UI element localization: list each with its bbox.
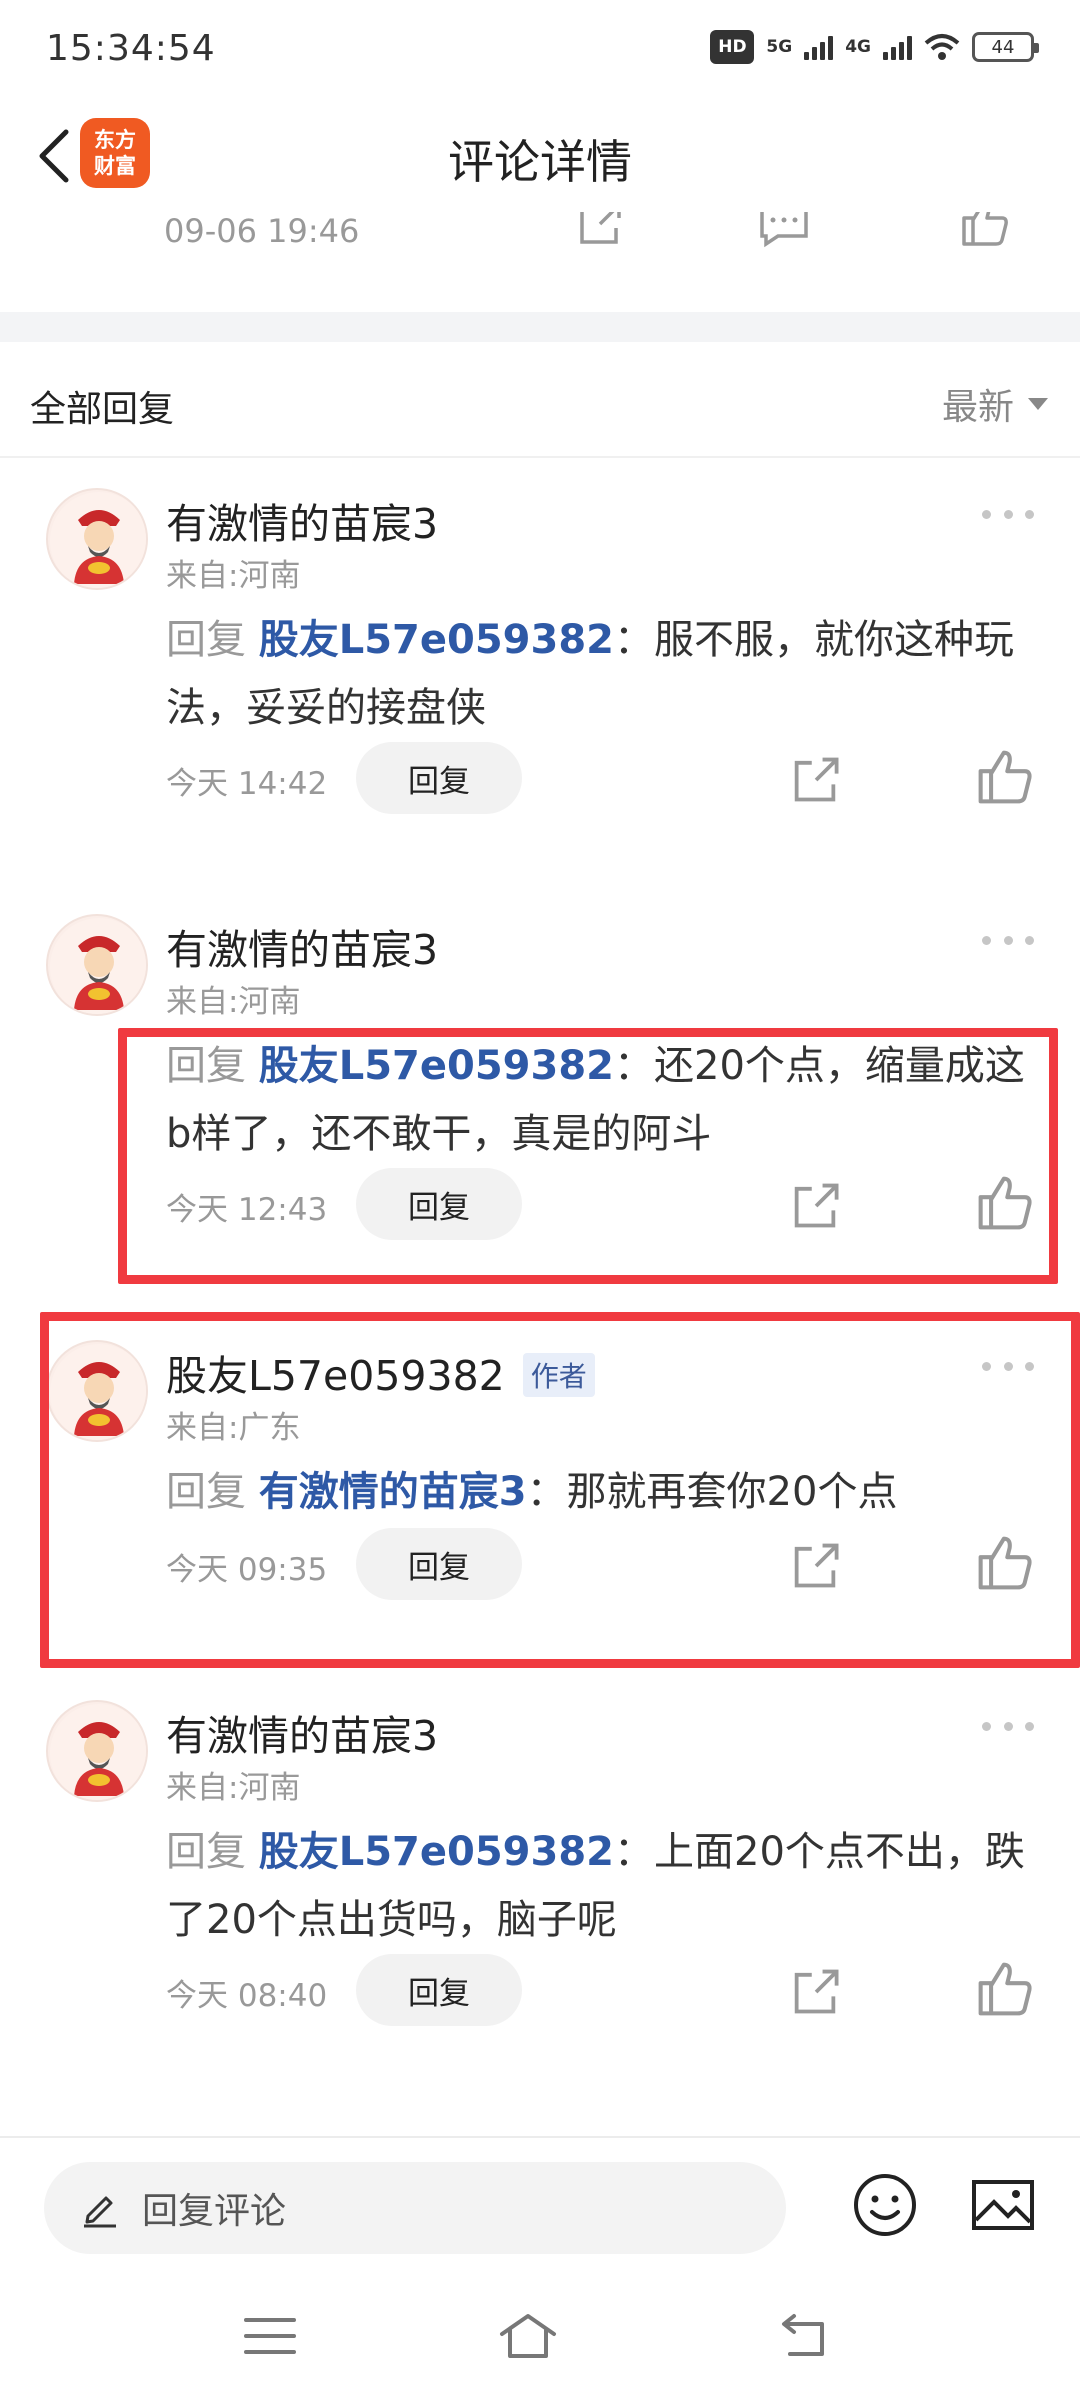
home-icon[interactable] — [496, 2308, 560, 2364]
page-title: 评论详情 — [448, 135, 632, 189]
comment-item: 有激情的苗宸3 来自:河南 回复 股友L57e059382：服不服，就你这种玩法… — [0, 458, 1080, 884]
user-location: 来自:河南 — [166, 1770, 301, 1806]
pencil-icon — [84, 2196, 116, 2228]
thumbs-up-icon[interactable] — [960, 212, 1010, 248]
user-name[interactable]: 有激情的苗宸3 — [166, 1702, 438, 1762]
reply-target-user[interactable]: 股友L57e059382 — [259, 1829, 614, 1875]
share-icon[interactable] — [788, 1964, 842, 2018]
thumbs-up-icon[interactable] — [976, 1960, 1034, 2018]
reply-target-user[interactable]: 股友L57e059382 — [259, 617, 614, 663]
sort-dropdown[interactable]: 最新 — [942, 378, 1048, 430]
back-nav-icon[interactable] — [772, 2308, 836, 2364]
comment-actions: 今天 12:43 回复 — [0, 1168, 1080, 1240]
comment-body[interactable]: 回复 有激情的苗宸3：那就再套你20个点 — [166, 1458, 1036, 1526]
thumbs-up-icon[interactable] — [976, 1534, 1034, 1592]
signal-icon-1 — [804, 34, 834, 60]
network-label-2: 4G — [845, 37, 871, 57]
comment-body[interactable]: 回复 股友L57e059382：还20个点，缩量成这b样了，还不敢干，真是的阿斗 — [166, 1032, 1036, 1168]
battery-icon: 44 — [972, 32, 1039, 62]
user-name[interactable]: 有激情的苗宸3 — [166, 916, 438, 976]
avatar[interactable] — [46, 488, 148, 590]
reply-input[interactable]: 回复评论 — [44, 2162, 786, 2254]
comment-actions: 今天 08:40 回复 — [0, 1954, 1080, 2026]
reply-prefix: 回复 — [166, 1829, 259, 1875]
reply-target-user[interactable]: 有激情的苗宸3 — [259, 1469, 527, 1515]
network-label-1: 5G — [766, 37, 793, 57]
thumbs-up-icon[interactable] — [976, 748, 1034, 806]
more-options-button[interactable] — [978, 920, 1038, 960]
reply-target-user[interactable]: 股友L57e059382 — [259, 1043, 614, 1089]
image-icon[interactable] — [970, 2172, 1036, 2238]
share-icon[interactable] — [574, 212, 624, 248]
more-options-button[interactable] — [978, 1346, 1038, 1386]
previous-comment-time: 09-06 19:46 — [164, 212, 360, 250]
section-divider — [0, 312, 1080, 342]
avatar-figure-icon — [50, 918, 146, 1014]
comment-time: 今天 09:35 — [166, 1552, 328, 1588]
sort-label: 最新 — [941, 387, 1014, 428]
avatar-figure-icon — [50, 492, 146, 588]
hd-voice-icon: HD — [710, 30, 755, 64]
battery-level: 44 — [991, 36, 1015, 58]
comment-body[interactable]: 回复 股友L57e059382：上面20个点不出，跌了20个点出货吗，脑子呢 — [166, 1818, 1036, 1954]
avatar-figure-icon — [50, 1344, 146, 1440]
comment-item: 有激情的苗宸3 来自:河南 回复 股友L57e059382：还20个点，缩量成这… — [0, 884, 1080, 1310]
avatar[interactable] — [46, 1340, 148, 1442]
share-icon[interactable] — [788, 1178, 842, 1232]
header: 东方 财富 评论详情 — [0, 100, 1080, 212]
replies-section-header: 全部回复 最新 — [0, 342, 1080, 458]
status-icons: HD 5G 4G 44 — [710, 30, 1039, 64]
comment-text: ：那就再套你20个点 — [526, 1469, 898, 1515]
wifi-icon — [924, 34, 960, 60]
avatar[interactable] — [46, 914, 148, 1016]
user-name[interactable]: 股友L57e059382 作者 — [166, 1342, 595, 1402]
system-nav-bar — [0, 2272, 1080, 2400]
author-badge: 作者 — [522, 1353, 595, 1397]
comment-body[interactable]: 回复 股友L57e059382：服不服，就你这种玩法，妥妥的接盘侠 — [166, 606, 1036, 742]
user-name-text: 股友L57e059382 — [166, 1352, 505, 1400]
reply-prefix: 回复 — [166, 617, 259, 663]
user-location: 来自:河南 — [166, 558, 301, 594]
status-bar: 15:34:54 HD 5G 4G 44 — [0, 0, 1080, 100]
more-options-button[interactable] — [978, 1706, 1038, 1746]
status-time: 15:34:54 — [46, 28, 216, 69]
avatar-figure-icon — [50, 1704, 146, 1800]
previous-comment-footer: 09-06 19:46 — [0, 212, 1080, 312]
comment-item: 有激情的苗宸3 来自:河南 回复 股友L57e059382：上面20个点不出，跌… — [0, 1670, 1080, 2096]
signal-icon-2 — [883, 34, 912, 60]
comment-icon[interactable] — [758, 212, 828, 248]
menu-icon[interactable] — [238, 2308, 302, 2364]
comment-time: 今天 14:42 — [166, 766, 328, 802]
emoji-icon[interactable] — [852, 2172, 918, 2238]
avatar[interactable] — [46, 1700, 148, 1802]
comment-actions: 今天 09:35 回复 — [0, 1528, 1080, 1600]
user-location: 来自:河南 — [166, 984, 301, 1020]
more-options-button[interactable] — [978, 494, 1038, 534]
user-name[interactable]: 有激情的苗宸3 — [166, 490, 438, 550]
reply-input-placeholder: 回复评论 — [142, 2191, 287, 2232]
comment-time: 今天 08:40 — [166, 1978, 328, 2014]
caret-down-icon — [1028, 398, 1048, 410]
share-icon[interactable] — [788, 752, 842, 806]
user-location: 来自:广东 — [166, 1410, 301, 1446]
thumbs-up-icon[interactable] — [976, 1174, 1034, 1232]
share-icon[interactable] — [788, 1538, 842, 1592]
comment-actions: 今天 14:42 回复 — [0, 742, 1080, 814]
reply-button[interactable]: 回复 — [356, 1168, 522, 1240]
reply-prefix: 回复 — [166, 1469, 259, 1515]
reply-button[interactable]: 回复 — [356, 742, 522, 814]
reply-button[interactable]: 回复 — [356, 1954, 522, 2026]
comment-time: 今天 12:43 — [166, 1192, 328, 1228]
reply-button[interactable]: 回复 — [356, 1528, 522, 1600]
reply-bar: 回复评论 — [0, 2136, 1080, 2272]
section-title: 全部回复 — [30, 389, 175, 430]
reply-prefix: 回复 — [166, 1043, 259, 1089]
